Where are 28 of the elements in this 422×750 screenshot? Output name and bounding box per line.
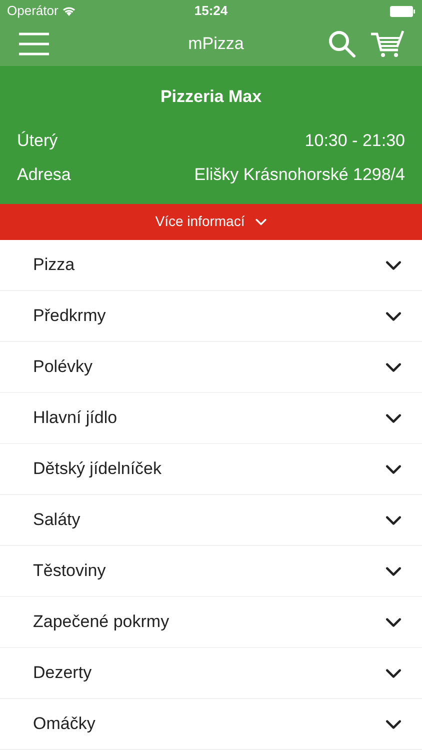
- info-value: 10:30 - 21:30: [304, 130, 405, 152]
- menu-icon: [18, 32, 50, 56]
- menu-button[interactable]: [18, 31, 52, 57]
- category-item[interactable]: Dětský jídelníček: [0, 444, 422, 495]
- category-item[interactable]: Pizza: [0, 240, 422, 291]
- info-value: Elišky Krásnohorské 1298/4: [194, 164, 405, 186]
- category-item[interactable]: Saláty: [0, 495, 422, 546]
- chevron-down-icon: [254, 218, 267, 226]
- category-item[interactable]: Těstoviny: [0, 546, 422, 597]
- info-label: Úterý: [17, 130, 58, 152]
- category-item[interactable]: Polévky: [0, 342, 422, 393]
- restaurant-name: Pizzeria Max: [159, 86, 263, 108]
- cart-button[interactable]: [370, 30, 404, 58]
- search-icon: [328, 30, 356, 58]
- category-item[interactable]: Omáčky: [0, 699, 422, 750]
- search-button[interactable]: [328, 30, 356, 58]
- wifi-icon: [62, 6, 76, 16]
- category-item[interactable]: Zapečené pokrmy: [0, 597, 422, 648]
- carrier-label: Operátor: [7, 2, 58, 20]
- more-info-button[interactable]: Více informací: [0, 204, 422, 240]
- info-label: Adresa: [17, 164, 71, 186]
- category-item[interactable]: Předkrmy: [0, 291, 422, 342]
- battery-icon: [390, 6, 415, 16]
- cart-icon: [370, 30, 404, 58]
- app-title: mPizza: [188, 33, 244, 56]
- clock-time: 15:24: [194, 2, 228, 20]
- category-item[interactable]: Hlavní jídlo: [0, 393, 422, 444]
- category-item[interactable]: Dezerty: [0, 648, 422, 699]
